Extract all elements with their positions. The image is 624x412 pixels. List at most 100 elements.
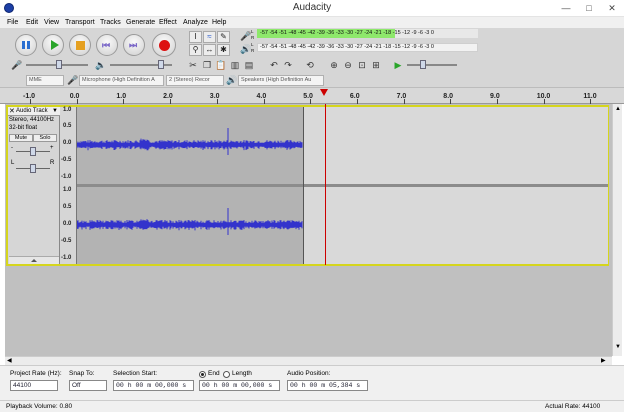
gain-plus-label: + (50, 145, 54, 151)
play-speed-thumb[interactable] (420, 60, 426, 69)
solo-button[interactable]: Solo (33, 134, 57, 142)
envelope-tool-icon[interactable]: ≈ (203, 31, 216, 43)
zoom-in-icon[interactable]: ⊕ (328, 59, 340, 71)
project-rate-label: Project Rate (Hz): (10, 370, 62, 377)
menu-analyze[interactable]: Analyze (183, 18, 208, 27)
play-button[interactable] (42, 34, 64, 56)
menu-transport[interactable]: Transport (65, 18, 95, 27)
waveform-channel-right-empty[interactable] (303, 187, 608, 264)
skip-start-icon: ⏮ (102, 40, 111, 50)
status-right: Actual Rate: 44100 (545, 403, 601, 410)
play-head-marker[interactable] (320, 89, 328, 96)
track-name: Audio Track (16, 108, 48, 114)
undo-icon[interactable]: ↶ (268, 59, 280, 71)
track-menu-chevron-icon[interactable]: ▼ (52, 107, 58, 116)
scroll-right-icon[interactable]: ▶ (601, 357, 606, 364)
ruler-tick-label: 5.0 (303, 93, 313, 100)
mute-button[interactable]: Mute (9, 134, 33, 142)
menu-file[interactable]: File (7, 18, 18, 27)
gain-slider-thumb[interactable] (30, 147, 36, 156)
end-radio[interactable] (199, 371, 206, 378)
zoom-tool-icon[interactable]: ⚲ (189, 44, 202, 56)
scale-mid-label-2: 0.0 (63, 221, 72, 227)
speaker-volume-thumb[interactable] (158, 60, 164, 69)
selection-start-field[interactable]: 00 h 00 m 00,000 s (113, 380, 194, 391)
skip-start-button[interactable]: ⏮ (96, 34, 118, 56)
cut-icon[interactable]: ✂ (187, 59, 199, 71)
vertical-scrollbar[interactable]: ▲ ▼ (612, 104, 622, 356)
play-at-speed-icon[interactable]: ▶ (392, 59, 404, 71)
scale-lower-label: -0.5 (61, 157, 72, 163)
pan-slider-thumb[interactable] (30, 164, 36, 173)
end-radio-label: End (208, 370, 220, 377)
end-radio-dot (201, 373, 204, 376)
scale-bottom-label: -1.0 (61, 174, 72, 180)
selection-end-field[interactable]: 00 h 00 m 00,000 s (199, 380, 280, 391)
host-select[interactable]: MME (26, 75, 64, 86)
sync-lock-icon[interactable]: ⟲ (304, 59, 316, 71)
waveform-channel-left-empty[interactable] (303, 107, 608, 184)
status-bar: Playback Volume: 0.80 Actual Rate: 44100 (0, 400, 624, 412)
menu-edit[interactable]: Edit (26, 18, 38, 27)
length-radio[interactable] (223, 371, 230, 378)
redo-icon[interactable]: ↷ (282, 59, 294, 71)
minimize-button[interactable]: — (555, 1, 577, 15)
maximize-button[interactable]: □ (578, 1, 600, 15)
scale-upper-label: 0.5 (63, 123, 72, 129)
scale-upper-label-2: 0.5 (63, 204, 72, 210)
track-info-bits: 32-bit float (9, 125, 38, 131)
ruler-tick-label: 9.0 (490, 93, 500, 100)
skip-end-icon: ⏭ (129, 40, 138, 50)
draw-tool-icon[interactable]: ✎ (217, 31, 230, 43)
fit-project-icon[interactable]: ⊞ (370, 59, 382, 71)
trim-icon[interactable]: ▥ (229, 59, 241, 71)
audio-position-field[interactable]: 00 h 00 m 05,384 s (287, 380, 368, 391)
mic-volume-thumb[interactable] (56, 60, 62, 69)
menu-effect[interactable]: Effect (159, 18, 177, 27)
close-button[interactable]: ✕ (601, 1, 623, 15)
play-speed-slider[interactable] (407, 64, 457, 66)
menu-view[interactable]: View (44, 18, 59, 27)
ruler-tick-label: 8.0 (443, 93, 454, 100)
snap-to-select[interactable]: Off (69, 380, 107, 391)
record-button[interactable] (152, 33, 176, 57)
menu-generate[interactable]: Generate (126, 18, 155, 27)
silence-icon[interactable]: ▤ (243, 59, 255, 71)
ruler-tick-label: 2.0 (163, 93, 173, 100)
output-device-select[interactable]: Speakers (High Definition Au (238, 75, 324, 86)
stop-button[interactable] (69, 34, 91, 56)
play-meter-channel-l: L (251, 42, 254, 47)
copy-icon[interactable]: ❐ (201, 59, 213, 71)
ruler-tick-label: 4.0 (256, 93, 267, 100)
pan-right-label: R (50, 160, 55, 166)
scroll-left-icon[interactable]: ◀ (7, 357, 12, 364)
close-track-icon[interactable]: ✕ (9, 107, 15, 116)
record-icon (159, 40, 170, 51)
project-rate-select[interactable]: 44100 (10, 380, 58, 391)
collapse-track-button[interactable] (9, 256, 59, 264)
paste-icon[interactable]: 📋 (215, 59, 227, 71)
zoom-out-icon[interactable]: ⊖ (342, 59, 354, 71)
menu-help[interactable]: Help (212, 18, 226, 27)
pause-icon-bar (27, 41, 30, 49)
timeshift-tool-icon[interactable]: ↔ (203, 44, 216, 56)
pause-button[interactable] (15, 34, 37, 56)
track-control-panel: ✕ Audio Track ▼ Stereo, 44100Hz 32-bit f… (8, 107, 60, 264)
menu-tracks[interactable]: Tracks (100, 18, 121, 27)
scroll-down-icon[interactable]: ▼ (615, 344, 621, 350)
gain-minus-label: - (11, 145, 13, 151)
skip-end-button[interactable]: ⏭ (123, 34, 145, 56)
play-meter-scale: -57 -54 -51 -48 -45 -42 -39 -36 -33 -30 … (260, 44, 434, 50)
horizontal-scrollbar[interactable]: ◀ ▶ (5, 356, 612, 365)
multi-tool-icon[interactable]: ✱ (217, 44, 230, 56)
channels-select[interactable]: 2 (Stereo) Recor (166, 75, 224, 86)
play-position-cursor (325, 104, 326, 265)
fit-selection-icon[interactable]: ⊡ (356, 59, 368, 71)
ruler-tick-label: 3.0 (209, 93, 220, 100)
selection-tool-icon[interactable]: I (189, 31, 202, 43)
title-bar: Audacity — □ ✕ (0, 0, 624, 17)
track-name-bar[interactable]: ✕ Audio Track ▼ (8, 107, 60, 116)
ruler-tick-label: 6.0 (349, 93, 360, 100)
input-device-select[interactable]: Microphone (High Definition A (79, 75, 164, 86)
scroll-up-icon[interactable]: ▲ (615, 106, 621, 112)
